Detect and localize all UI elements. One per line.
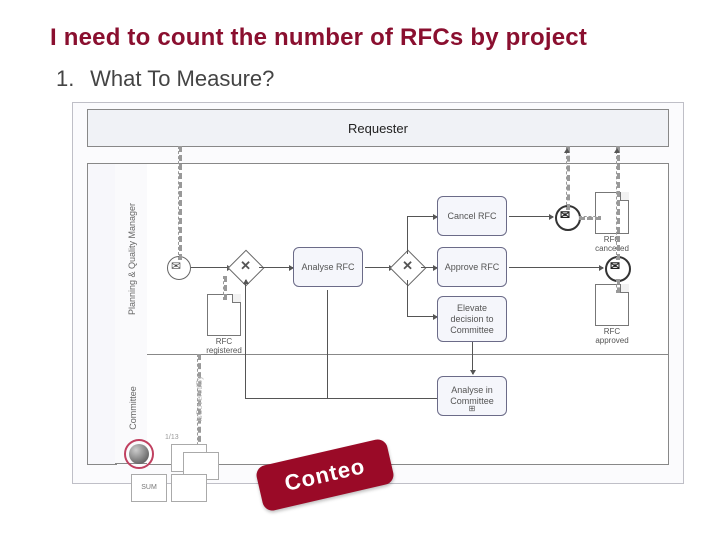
task-elevate: Elevate decision to Committee bbox=[437, 296, 507, 342]
task-approve-rfc-label: Approve RFC bbox=[445, 262, 500, 273]
assoc-doc-approved bbox=[616, 279, 620, 293]
seq-approve-end bbox=[509, 267, 603, 268]
section-text: What To Measure? bbox=[90, 66, 274, 91]
gateway-2 bbox=[390, 250, 427, 287]
seq-gw2-elevate-v bbox=[407, 280, 408, 316]
pool-left bbox=[87, 163, 117, 465]
assoc-doc-cancelled bbox=[579, 216, 601, 220]
task-approve-rfc: Approve RFC bbox=[437, 247, 507, 287]
section-number: 1. bbox=[56, 66, 84, 92]
seq-gw2-elevate-h bbox=[407, 316, 437, 317]
doc-rfc-cancelled-label: RFC cancelled bbox=[586, 235, 638, 253]
doc-rfc-cancelled: RFC cancelled bbox=[595, 192, 629, 234]
seq-gw2-approve bbox=[421, 267, 437, 268]
task-analyse-committee: Analyse in Committee bbox=[437, 376, 507, 416]
tool-box-3 bbox=[171, 474, 207, 502]
task-analyse-rfc: Analyse RFC bbox=[293, 247, 363, 287]
doc-rfc-approved: RFC approved bbox=[595, 284, 629, 326]
task-cancel-rfc-label: Cancel RFC bbox=[447, 211, 496, 222]
seq-cancel-end bbox=[509, 216, 553, 217]
tools-top-label: 1/13 bbox=[165, 434, 179, 441]
doc-rfc-registered: RFC registered bbox=[207, 294, 241, 336]
msgflow-cancelled-up bbox=[566, 146, 570, 210]
task-cancel-rfc: Cancel RFC bbox=[437, 196, 507, 236]
section-heading: 1. What To Measure? bbox=[50, 66, 684, 92]
tool-sum-label: SUM bbox=[141, 484, 157, 492]
seq-gw2-cancel-v bbox=[407, 216, 408, 254]
seq-committee-loop-v bbox=[327, 290, 328, 398]
doc-rfc-registered-label: RFC registered bbox=[198, 337, 250, 355]
pool-requester: Requester bbox=[87, 109, 669, 147]
bpmn-diagram: Requester Planning & Quality Manager Com… bbox=[72, 102, 684, 484]
seq-gw2-cancel-h bbox=[407, 216, 437, 217]
seq-gw1-analyse bbox=[259, 267, 293, 268]
is-covered-by-label: isCoveredBy bbox=[195, 376, 204, 421]
assoc-doc-registered bbox=[223, 276, 227, 300]
pool-requester-label: Requester bbox=[348, 121, 408, 136]
doc-rfc-approved-label: RFC approved bbox=[586, 327, 638, 345]
tool-highlight-circle bbox=[124, 439, 154, 469]
task-analyse-rfc-label: Analyse RFC bbox=[301, 262, 354, 273]
seq-committee-loop-gw1 bbox=[245, 280, 246, 398]
lane-planning-quality: Planning & Quality Manager bbox=[115, 163, 148, 355]
lane1-label: Planning & Quality Manager bbox=[127, 184, 137, 334]
tools-cluster: 1/13 SUM bbox=[125, 438, 235, 506]
callout-label: Conteo bbox=[282, 453, 367, 496]
msgflow-approved-up bbox=[616, 146, 620, 260]
lane2-label: Committee bbox=[128, 368, 138, 448]
seq-committee-loop-h bbox=[327, 398, 437, 399]
msgflow-requester-start bbox=[178, 146, 182, 260]
slide-title: I need to count the number of RFCs by pr… bbox=[50, 24, 684, 52]
task-analyse-committee-label: Analyse in Committee bbox=[440, 385, 504, 407]
diagram-board: RFC registered Analyse RFC Cancel RFC RF bbox=[147, 163, 669, 465]
tool-sum-box: SUM bbox=[131, 474, 167, 502]
seq-elevate-committee bbox=[472, 342, 473, 374]
seq-start-gw1 bbox=[191, 267, 231, 268]
seq-committee-loop-h2 bbox=[245, 398, 327, 399]
task-elevate-label: Elevate decision to Committee bbox=[440, 303, 504, 336]
